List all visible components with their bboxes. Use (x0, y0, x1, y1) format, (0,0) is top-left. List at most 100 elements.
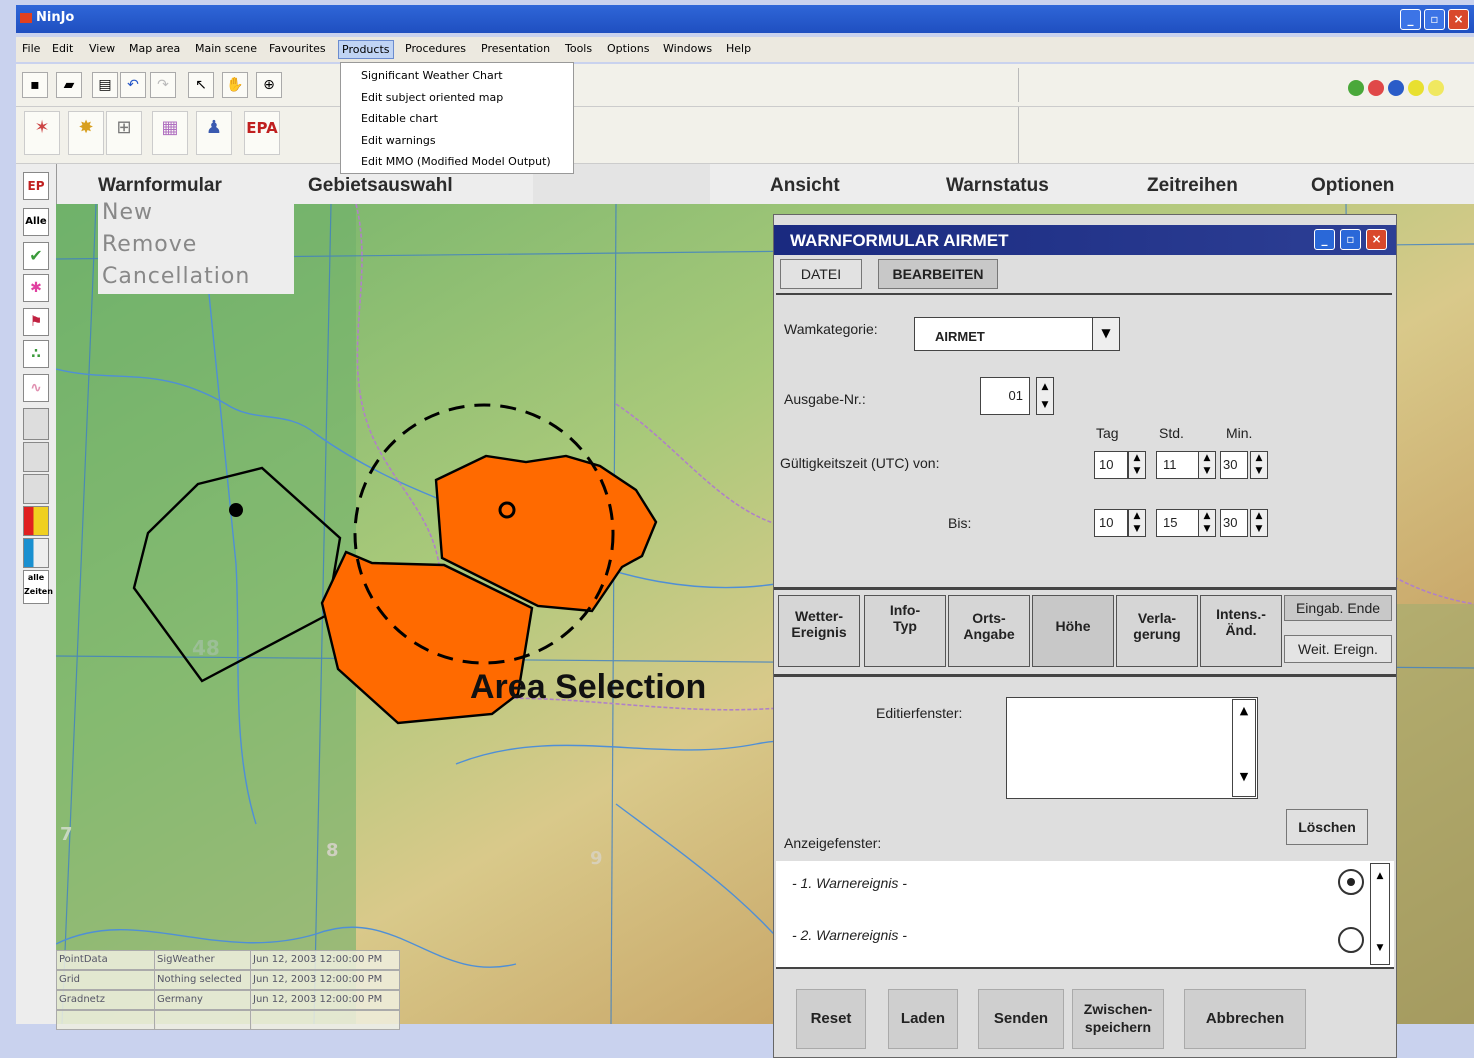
eingabe-ende-button[interactable]: Eingab. Ende (1284, 595, 1392, 621)
header-gebietsauswahl[interactable]: Gebietsauswahl (308, 175, 453, 197)
menu-file[interactable]: File (22, 42, 40, 55)
event-item[interactable]: - 1. Warnereignis - (792, 875, 907, 891)
zoom-icon[interactable]: ⊕ (256, 72, 282, 98)
menu-map-area[interactable]: Map area (129, 42, 180, 55)
layer-warning-icon[interactable]: EPA (244, 111, 280, 155)
reset-button[interactable]: Reset (796, 989, 866, 1049)
layer-field-icon[interactable]: ▦ (152, 111, 188, 155)
menu-edit-subject-map[interactable]: Edit subject oriented map (361, 91, 503, 104)
flag-icon[interactable]: ⚑ (23, 308, 49, 336)
header-optionen[interactable]: Optionen (1311, 175, 1394, 197)
warning-tool-icon[interactable]: EP (23, 172, 49, 200)
event-radio-selected[interactable] (1338, 869, 1364, 895)
menu-view[interactable]: View (89, 42, 115, 55)
menu-procedures[interactable]: Procedures (405, 42, 466, 55)
laden-button[interactable]: Laden (888, 989, 958, 1049)
tool-all-times[interactable]: alle Zeiten (23, 570, 53, 604)
from-day-spinner-icon[interactable]: ▲ ▼ (1128, 451, 1146, 479)
weitere-ereignisse-button[interactable]: Weit. Ereign. (1284, 635, 1392, 663)
menu-edit-mmo[interactable]: Edit MMO (Modified Model Output) (361, 155, 551, 168)
severity-red-yellow[interactable] (23, 506, 49, 536)
maximize-icon[interactable]: ▫ (1424, 9, 1445, 30)
event-item[interactable]: - 2. Warnereignis - (792, 927, 907, 943)
to-hour-spinner-icon[interactable]: ▲ ▼ (1198, 509, 1216, 537)
event-scrollbar[interactable]: ▲ ▼ (1370, 863, 1390, 965)
tab-orts-angabe[interactable]: Orts- Angabe (948, 595, 1030, 667)
from-hour-spinner-icon[interactable]: ▲ ▼ (1198, 451, 1216, 479)
layer-sigweather-icon[interactable]: ✶ (24, 111, 60, 155)
dialog-close-icon[interactable]: × (1366, 229, 1387, 250)
snow-icon[interactable]: ✱ (23, 274, 49, 302)
menu-products[interactable]: Products (338, 40, 394, 59)
tab-intens-aend[interactable]: Intens.- Änd. (1200, 595, 1282, 667)
menu-datei[interactable]: DATEI (780, 259, 862, 289)
menu-edit-warnings[interactable]: Edit warnings (361, 134, 436, 147)
close-icon[interactable]: × (1448, 9, 1469, 30)
menu-significant-weather-chart[interactable]: Significant Weather Chart (361, 69, 503, 82)
menu-main-scene[interactable]: Main scene (195, 42, 257, 55)
issue-input[interactable]: 01 (980, 377, 1030, 415)
category-dropdown-icon[interactable]: ▼ (1092, 317, 1120, 351)
wave-icon[interactable]: ∿ (23, 374, 49, 402)
menu-edit[interactable]: Edit (52, 42, 73, 55)
tool-all[interactable]: Alle (23, 208, 49, 236)
menu-options[interactable]: Options (607, 42, 649, 55)
minimize-icon[interactable]: _ (1400, 9, 1421, 30)
to-day-input[interactable]: 10 (1094, 509, 1128, 537)
warning-polygon-green[interactable] (132, 466, 342, 683)
menu-favourites[interactable]: Favourites (269, 42, 326, 55)
issue-spinner-icon[interactable]: ▲ ▼ (1036, 377, 1054, 415)
tab-hoehe[interactable]: Höhe (1032, 595, 1114, 667)
to-minute-spinner-icon[interactable]: ▲ ▼ (1250, 509, 1268, 537)
menu-presentation[interactable]: Presentation (481, 42, 550, 55)
redo-icon[interactable]: ↷ (150, 72, 176, 98)
header-ansicht[interactable]: Ansicht (770, 175, 840, 197)
tab-info-typ[interactable]: Info- Typ (864, 595, 946, 667)
senden-button[interactable]: Senden (978, 989, 1064, 1049)
frost-tool[interactable] (23, 474, 49, 504)
print-icon[interactable]: ▤ (92, 72, 118, 98)
checkmark-icon[interactable]: ✔ (23, 242, 49, 270)
menu-windows[interactable]: Windows (663, 42, 712, 55)
menu-cancellation[interactable]: Cancellation (102, 264, 250, 289)
thunderstorm-tool[interactable] (23, 408, 49, 440)
to-day-spinner-icon[interactable]: ▲ ▼ (1128, 509, 1146, 537)
pointer-icon[interactable]: ↖ (188, 72, 214, 98)
menu-bearbeiten[interactable]: BEARBEITEN (878, 259, 998, 289)
menu-new[interactable]: New (102, 200, 153, 225)
menu-help[interactable]: Help (726, 42, 751, 55)
header-warnformular[interactable]: Warnformular (98, 175, 222, 197)
from-day-input[interactable]: 10 (1094, 451, 1128, 479)
severity-blue[interactable] (23, 538, 49, 568)
undo-icon[interactable]: ↶ (120, 72, 146, 98)
edit-scrollbar[interactable]: ▲ ▼ (1232, 699, 1256, 797)
menu-editable-chart[interactable]: Editable chart (361, 112, 438, 125)
edit-textarea[interactable] (1006, 697, 1258, 799)
tab-wetter-ereignis[interactable]: Wetter- Ereignis (778, 595, 860, 667)
rain-icon[interactable]: ∴ (23, 340, 49, 368)
pan-hand-icon[interactable]: ✋ (222, 72, 248, 98)
layer-grid-icon[interactable]: ⊞ (106, 111, 142, 155)
event-radio[interactable] (1338, 927, 1364, 953)
menu-remove[interactable]: Remove (102, 232, 197, 257)
loeschen-button[interactable]: Löschen (1286, 809, 1368, 845)
zwischenspeichern-button[interactable]: Zwischen- speichern (1072, 989, 1164, 1049)
abbrechen-button[interactable]: Abbrechen (1184, 989, 1306, 1049)
menu-tools[interactable]: Tools (565, 42, 592, 55)
from-minute-spinner-icon[interactable]: ▲ ▼ (1250, 451, 1268, 479)
dialog-minimize-icon[interactable]: _ (1314, 229, 1335, 250)
empty-tool[interactable] (23, 442, 49, 472)
tab-verlagerung[interactable]: Verla-gerung (1116, 595, 1198, 667)
to-minute-input[interactable]: 30 (1220, 509, 1248, 537)
from-minute-input[interactable]: 30 (1220, 451, 1248, 479)
header-warnstatus[interactable]: Warnstatus (946, 175, 1049, 197)
dialog-restore-icon[interactable]: ▫ (1340, 229, 1361, 250)
layer-station-icon[interactable]: ♟ (196, 111, 232, 155)
from-hour-input[interactable]: 11 (1156, 451, 1202, 479)
save-icon[interactable]: ▪ (22, 72, 48, 98)
layer-radar-icon[interactable]: ✸ (68, 111, 104, 155)
category-select[interactable]: AIRMET (914, 317, 1112, 351)
to-hour-input[interactable]: 15 (1156, 509, 1202, 537)
open-icon[interactable]: ▰ (56, 72, 82, 98)
header-zeitreihen[interactable]: Zeitreihen (1147, 175, 1238, 197)
